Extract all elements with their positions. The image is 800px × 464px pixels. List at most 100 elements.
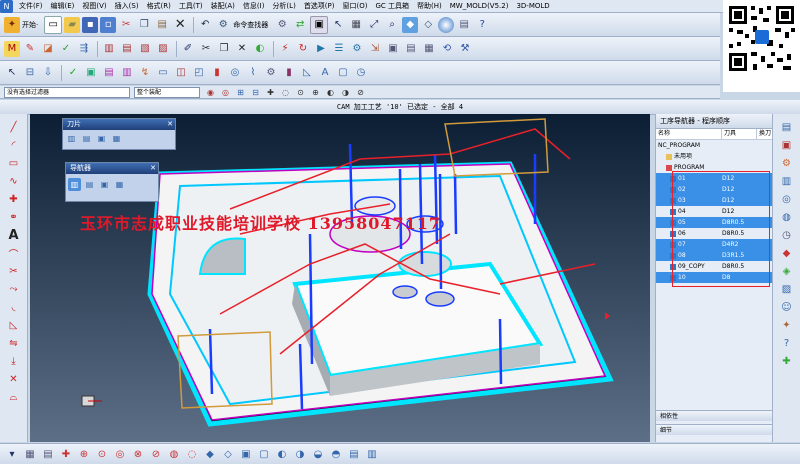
render-icon[interactable]: ▣: [238, 446, 254, 462]
layer-icon[interactable]: ▤: [40, 446, 56, 462]
system-materials-icon[interactable]: ◈: [779, 263, 795, 279]
trim-icon[interactable]: ✂: [6, 263, 22, 279]
grid-icon[interactable]: ▦: [348, 17, 364, 33]
generate-toolpath-icon[interactable]: ⚡: [277, 41, 293, 57]
snap-point-icon[interactable]: ✚: [58, 446, 74, 462]
tool-turn-icon[interactable]: ▣: [95, 132, 108, 145]
fit-view-icon[interactable]: ⤢: [366, 17, 382, 33]
snap-point-icon[interactable]: ⊗: [130, 446, 146, 462]
operation-row[interactable]: 06 D8R0.5: [656, 228, 773, 239]
part-tab-icon[interactable]: ⚙: [779, 155, 795, 171]
column-tool-change[interactable]: 换刀: [757, 129, 773, 139]
render-icon[interactable]: ▤: [346, 446, 362, 462]
operation-row[interactable]: 08 D3R1.5: [656, 250, 773, 261]
wireframe-cube-icon[interactable]: ◇: [420, 17, 436, 33]
cut-object-icon[interactable]: ✂: [198, 41, 214, 57]
verify-toolpath-icon[interactable]: ▶: [313, 41, 329, 57]
bar-chart-icon[interactable]: ▮: [209, 65, 225, 81]
geometry-view-icon[interactable]: ▣: [98, 178, 111, 191]
view-orient-icon[interactable]: ▾: [4, 446, 20, 462]
delete-object-icon[interactable]: ✕: [234, 41, 250, 57]
snap-point-icon[interactable]: ◎: [112, 446, 128, 462]
snap-point-icon[interactable]: ⊙: [94, 446, 110, 462]
operation-row[interactable]: 03 D12: [656, 195, 773, 206]
menu-analysis[interactable]: 分析(L): [268, 1, 299, 11]
feeds-icon[interactable]: ⟲: [439, 41, 455, 57]
tool-drill-icon[interactable]: ▤: [80, 132, 93, 145]
render-icon[interactable]: ◐: [274, 446, 290, 462]
flowcut-icon[interactable]: ↯: [137, 65, 153, 81]
tool-gauge-icon[interactable]: ⚙: [263, 65, 279, 81]
spline-icon[interactable]: ∿: [6, 173, 22, 189]
window-icon[interactable]: ▣: [310, 15, 329, 34]
visual-icon[interactable]: ✦: [779, 317, 795, 333]
copy-object-icon[interactable]: ❐: [216, 41, 232, 57]
navigator-mini-panel[interactable]: 导航器 ✕ ▥ ▤ ▣ ▦: [65, 162, 159, 202]
history-icon[interactable]: ◷: [779, 227, 795, 243]
planar-mill-icon[interactable]: ▭: [155, 65, 171, 81]
operation-navigator[interactable]: 工序导航器 - 程序顺序 名称 刀具 换刀 NC_PROGRAM 未用项 PRO…: [655, 114, 773, 442]
copy-icon[interactable]: ❐: [136, 17, 152, 33]
menu-window[interactable]: 窗口(O): [339, 1, 372, 11]
shop-doc-icon[interactable]: ▣: [385, 41, 401, 57]
book-icon[interactable]: ▮: [281, 65, 297, 81]
output-cls-icon[interactable]: ▤: [403, 41, 419, 57]
tool-panel[interactable]: 刀片 ✕ ▥ ▤ ▣ ▦: [62, 118, 176, 150]
menu-info[interactable]: 信息(I): [239, 1, 269, 11]
point-icon[interactable]: ◑: [339, 86, 352, 99]
save-icon[interactable]: ▪: [82, 16, 99, 33]
point-icon[interactable]: ⊘: [354, 86, 367, 99]
create-operation-icon[interactable]: ⇶: [76, 41, 92, 57]
create-geometry-icon[interactable]: ◪: [40, 41, 56, 57]
create-tool-icon[interactable]: ✎: [22, 41, 38, 57]
tool-list-icon[interactable]: ▦: [421, 41, 437, 57]
snap-icon[interactable]: ◎: [219, 86, 232, 99]
machine-control-icon[interactable]: ⚒: [457, 41, 473, 57]
method-view-icon[interactable]: ▦: [113, 178, 126, 191]
menu-view[interactable]: 视图(V): [78, 1, 110, 11]
point-icon[interactable]: ⊙: [294, 86, 307, 99]
drill-icon[interactable]: ⇩: [40, 65, 56, 81]
clock-icon[interactable]: ◷: [353, 65, 369, 81]
snap-point-icon[interactable]: ⊘: [148, 446, 164, 462]
toggle-icon[interactable]: ⇄: [292, 17, 308, 33]
mirror-icon[interactable]: ⇋: [6, 335, 22, 351]
shaded-cube-icon[interactable]: ◆: [402, 16, 419, 33]
render-icon[interactable]: ◆: [202, 446, 218, 462]
start-button[interactable]: 开始·: [22, 20, 38, 30]
pin-icon[interactable]: ✚: [779, 353, 795, 369]
render-icon[interactable]: ◒: [310, 446, 326, 462]
close-icon[interactable]: ✕: [167, 119, 173, 130]
text-mill-icon[interactable]: A: [317, 65, 333, 81]
machine-tool-view-icon[interactable]: ▤: [119, 41, 135, 57]
new-file-icon[interactable]: ▭: [44, 15, 63, 34]
web-browser-icon[interactable]: ◍: [779, 209, 795, 225]
create-method-icon[interactable]: ✓: [58, 41, 74, 57]
hd3d-icon[interactable]: ◎: [779, 191, 795, 207]
help-tab-icon[interactable]: ?: [779, 335, 795, 351]
spiral-icon[interactable]: ◎: [227, 65, 243, 81]
snap-icon[interactable]: ◉: [204, 86, 217, 99]
operation-row[interactable]: 05 D8R0.5: [656, 217, 773, 228]
select-arrow-icon[interactable]: ↖: [4, 65, 20, 81]
operation-row[interactable]: 04 D12: [656, 206, 773, 217]
sphere-icon[interactable]: [438, 16, 455, 33]
graphics-viewport[interactable]: 刀片 ✕ ▥ ▤ ▣ ▦ 导航器 ✕ ▥ ▤ ▣ ▦ 玉环市志成职业技能培训学校…: [30, 114, 650, 442]
menu-edit[interactable]: 编辑(E): [47, 1, 79, 11]
tree-program[interactable]: PROGRAM: [656, 162, 773, 173]
operation-row[interactable]: 10 D8: [656, 272, 773, 283]
settings-icon[interactable]: ⚙: [274, 17, 290, 33]
pocket-icon[interactable]: ▢: [335, 65, 351, 81]
list-toolpath-icon[interactable]: ☰: [331, 41, 347, 57]
bridge-icon[interactable]: ⌓: [6, 389, 22, 405]
fillet-icon[interactable]: ◟: [6, 299, 22, 315]
menu-help[interactable]: 帮助(H): [413, 1, 446, 11]
arrow-icon[interactable]: ↖: [330, 17, 346, 33]
program-view-icon[interactable]: ▥: [68, 178, 81, 191]
menu-file[interactable]: 文件(F): [15, 1, 47, 11]
offset-icon[interactable]: ⌒: [6, 245, 22, 261]
column-name[interactable]: 名称: [656, 129, 722, 139]
tool-mill-icon[interactable]: ▥: [65, 132, 78, 145]
tree-root[interactable]: NC_PROGRAM: [656, 140, 773, 151]
paste-icon[interactable]: ▤: [154, 17, 170, 33]
